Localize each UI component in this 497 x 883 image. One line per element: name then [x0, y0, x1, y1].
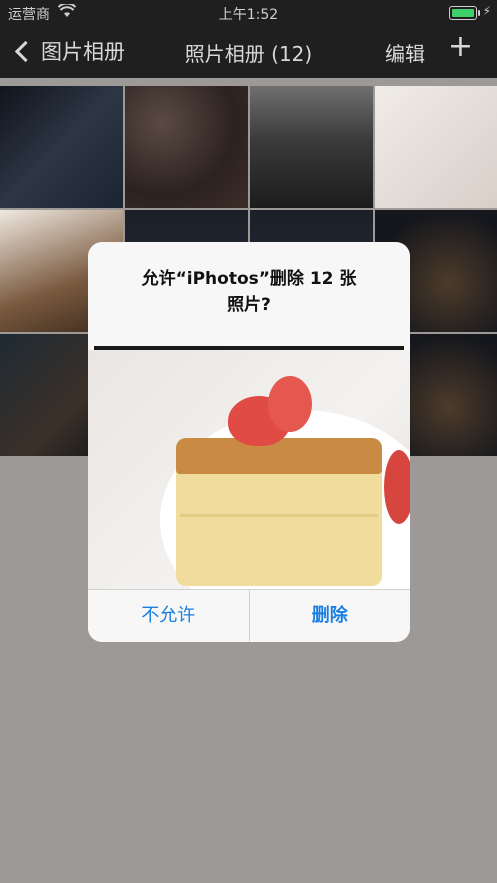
dialog-title: 允许“iPhotos”删除 12 张 照片? [98, 266, 400, 318]
add-button[interactable]: + [448, 32, 473, 62]
dialog-buttons: 不允许 删除 [88, 589, 410, 642]
cake-crust-shape [176, 438, 382, 474]
dialog-title-line2: 照片? [227, 295, 271, 315]
battery-icon [449, 6, 480, 20]
cake-layer-shape [180, 514, 378, 517]
dialog-title-line1: 允许“iPhotos”删除 12 张 [141, 269, 357, 289]
photo-thumbnail[interactable] [250, 86, 373, 208]
delete-button[interactable]: 删除 [250, 590, 411, 642]
charging-icon: ⚡ [482, 4, 491, 18]
strawberry-shape [384, 450, 410, 524]
photo-thumbnail[interactable] [125, 86, 248, 208]
strawberry-shape [268, 376, 312, 432]
clock: 上午1:52 [218, 7, 279, 23]
photo-thumbnail[interactable] [375, 86, 497, 208]
navigation-bar: 图片相册 照片相册 (12) 编辑 + [0, 26, 497, 78]
edit-button[interactable]: 编辑 [385, 38, 425, 67]
delete-confirmation-dialog: 允许“iPhotos”删除 12 张 照片? 不允许 删除 [88, 242, 410, 642]
deny-button[interactable]: 不允许 [88, 590, 250, 642]
status-bar: 运营商 上午1:52 ⚡ [0, 0, 497, 26]
photo-preview [88, 350, 410, 630]
photo-thumbnail[interactable] [0, 86, 123, 208]
